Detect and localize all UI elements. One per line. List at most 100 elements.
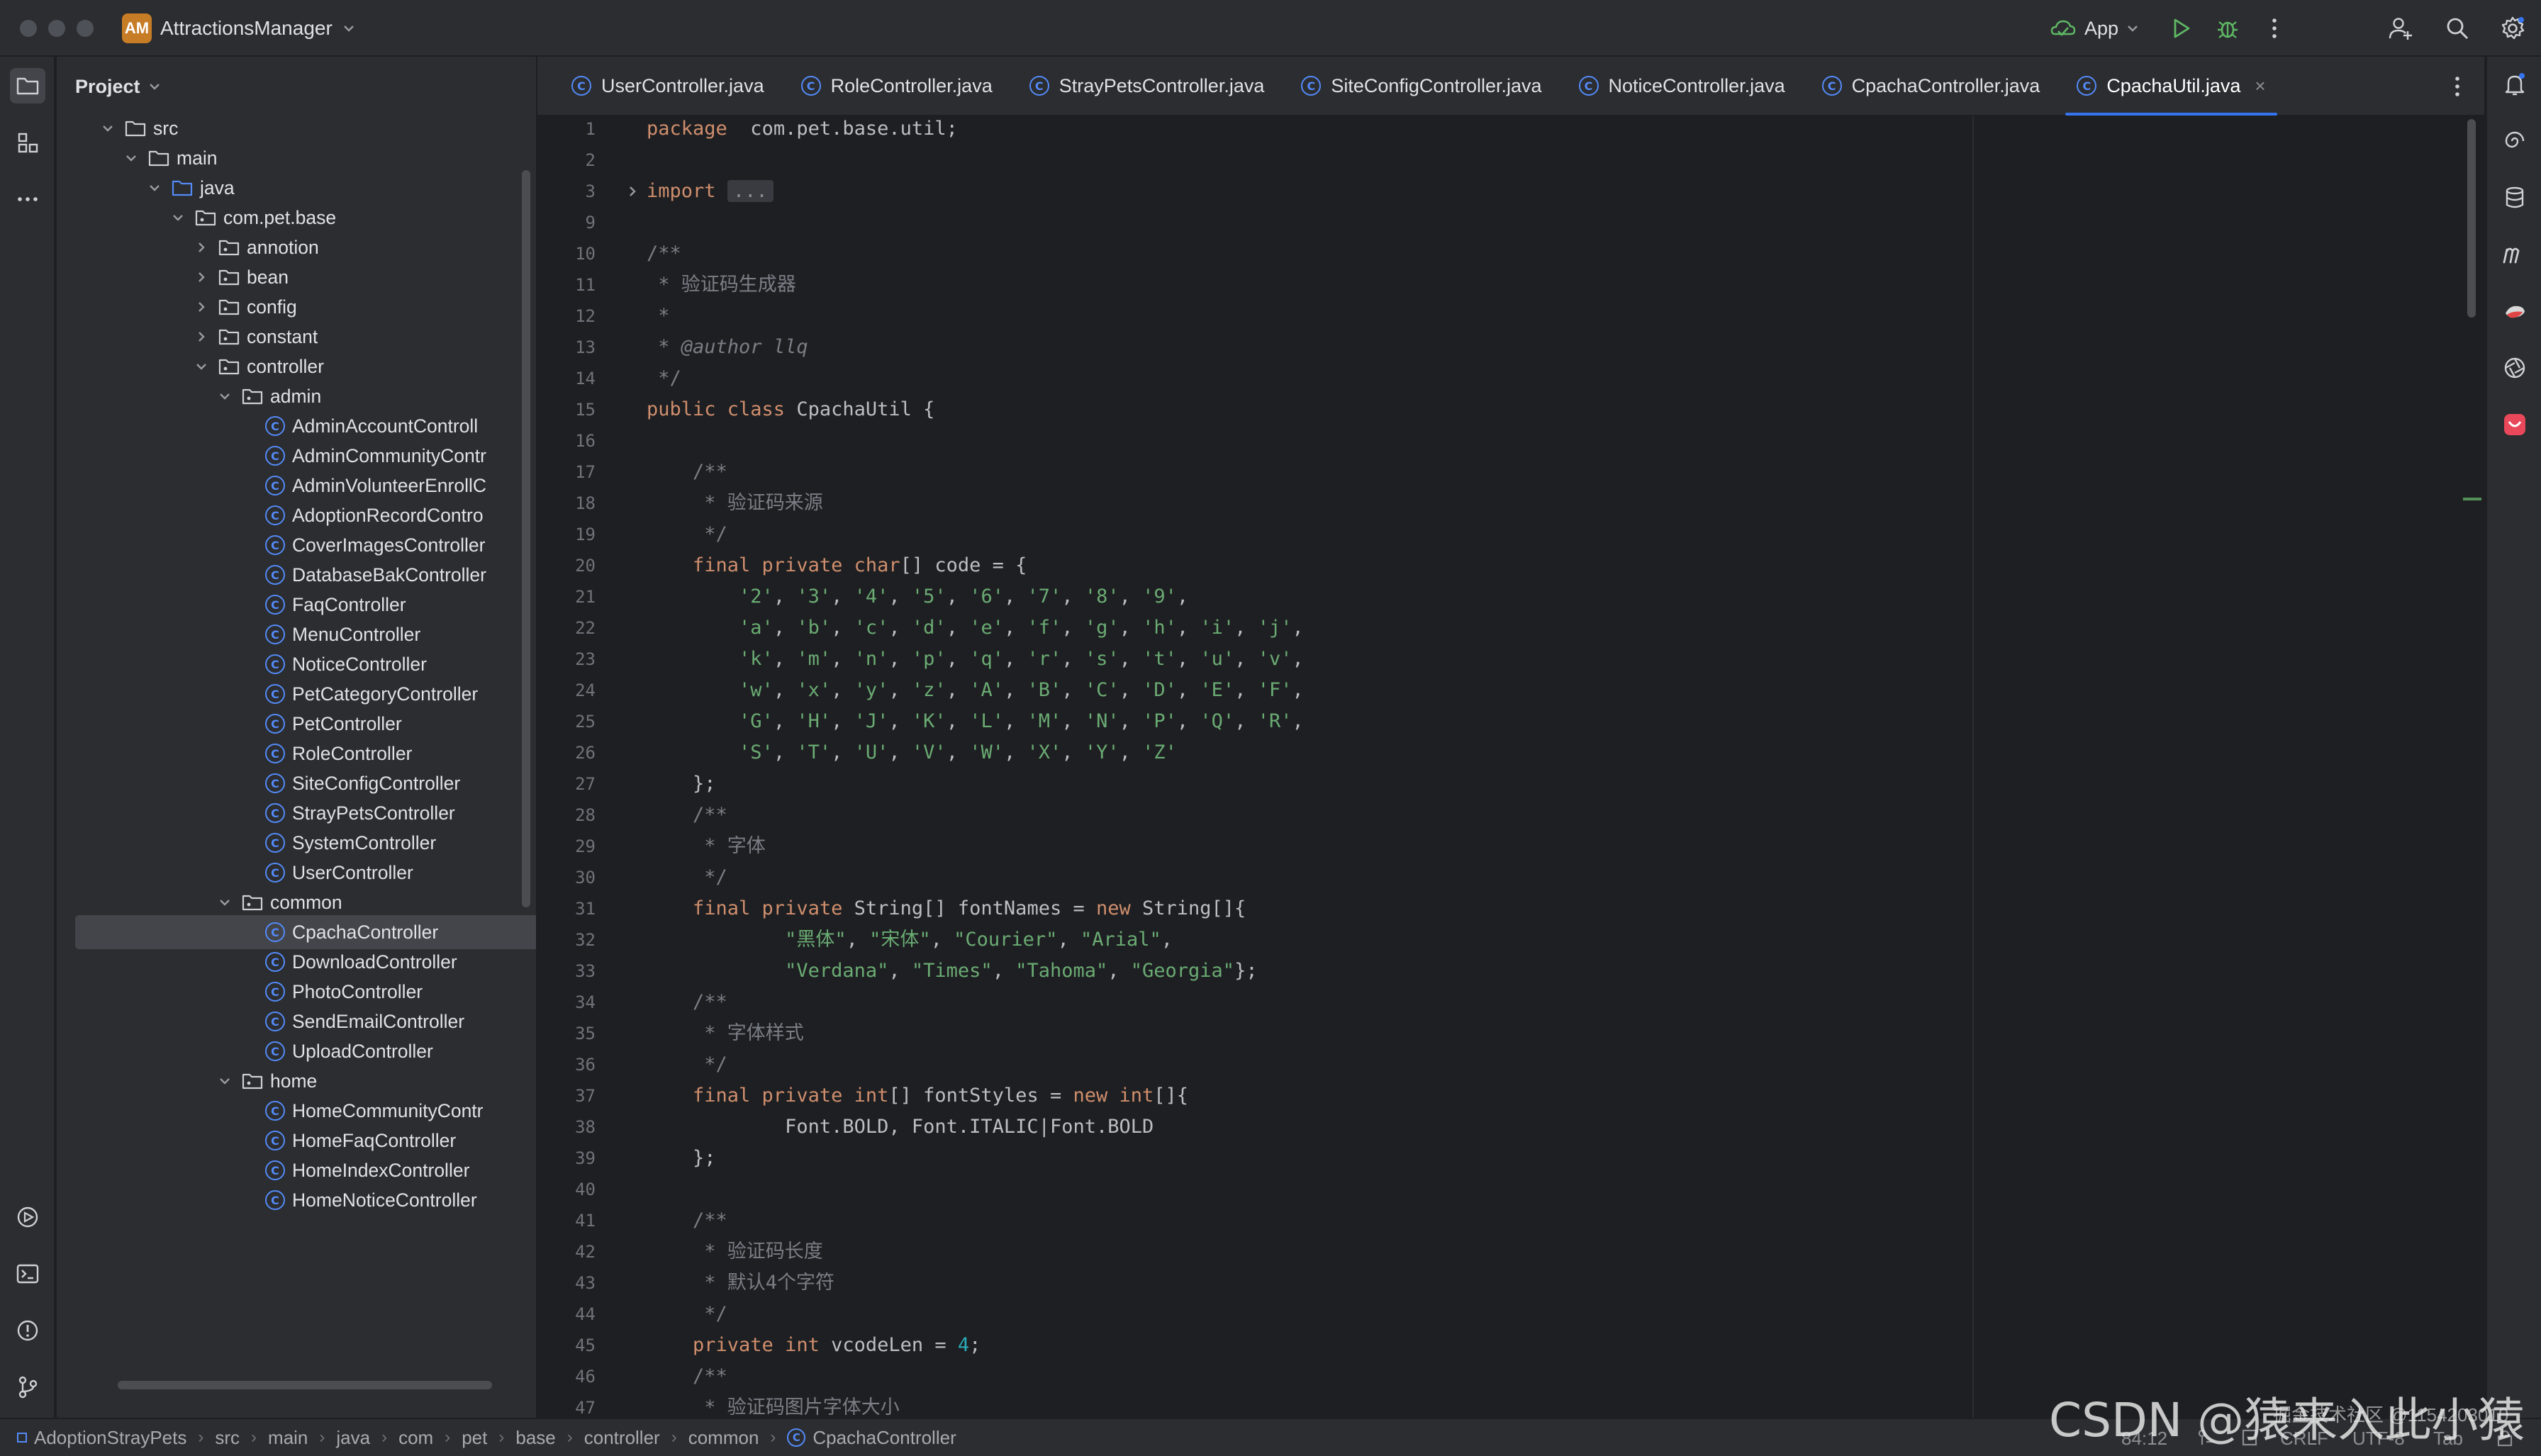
- tree-item-folder[interactable]: annotion: [57, 230, 525, 264]
- tree-item-class[interactable]: C SystemController: [57, 826, 525, 860]
- code-line[interactable]: 'G', 'H', 'J', 'K', 'L', 'M', 'N', 'P', …: [647, 706, 1304, 737]
- code-line[interactable]: /**: [647, 800, 727, 831]
- code-line[interactable]: package com.pet.base.util;: [647, 116, 958, 145]
- settings-button[interactable]: [2494, 10, 2531, 47]
- editor-tab[interactable]: C NoticeController.java: [1560, 56, 1804, 116]
- code-line[interactable]: * 字体样式: [647, 1018, 804, 1049]
- tree-item-class[interactable]: C PetCategoryController: [57, 677, 525, 711]
- code-line[interactable]: 'a', 'b', 'c', 'd', 'e', 'f', 'g', 'h', …: [647, 612, 1304, 644]
- breadcrumb-item[interactable]: pet: [462, 1427, 487, 1449]
- more-actions-button[interactable]: [2259, 10, 2290, 47]
- code-line[interactable]: */: [647, 363, 681, 394]
- tree-item-class[interactable]: C FaqController: [57, 588, 525, 622]
- code-line[interactable]: public class CpachaUtil {: [647, 394, 934, 425]
- code-line[interactable]: 'w', 'x', 'y', 'z', 'A', 'B', 'C', 'D', …: [647, 675, 1304, 706]
- editor-vertical-scrollbar[interactable]: [2467, 119, 2476, 318]
- breadcrumb-item[interactable]: controller: [584, 1427, 660, 1449]
- tree-item-class[interactable]: C CoverImagesController: [57, 528, 525, 562]
- tree-item-class[interactable]: C RoleController: [57, 737, 525, 771]
- tree-item-folder[interactable]: com.pet.base: [57, 201, 525, 235]
- code-line[interactable]: */: [647, 1049, 727, 1080]
- terminal-tool-button[interactable]: [10, 1256, 45, 1292]
- chevron-down-icon[interactable]: [101, 121, 115, 135]
- maven-button[interactable]: [2497, 237, 2532, 272]
- tree-item-class[interactable]: C SiteConfigController: [57, 766, 525, 800]
- code-line[interactable]: final private String[] fontNames = new S…: [647, 893, 1246, 924]
- close-icon[interactable]: ×: [2255, 75, 2265, 97]
- tree-item-folder[interactable]: config: [57, 290, 525, 324]
- tree-item-class[interactable]: C DownloadController: [57, 945, 525, 979]
- breadcrumb-item[interactable]: base: [515, 1427, 555, 1449]
- tree-horizontal-scrollbar[interactable]: [118, 1381, 492, 1389]
- tree-item-class[interactable]: C HomeNoticeController: [57, 1183, 525, 1217]
- code-line[interactable]: * 验证码长度: [647, 1236, 823, 1267]
- code-line[interactable]: final private char[] code = {: [647, 550, 1027, 581]
- editor-tab[interactable]: C CpachaController.java: [1804, 56, 2059, 116]
- chevron-down-icon[interactable]: [124, 151, 138, 165]
- project-switcher[interactable]: AM AttractionsManager: [122, 13, 357, 44]
- tree-item-class[interactable]: C DatabaseBakController: [57, 558, 525, 592]
- plugin-red-button[interactable]: [2497, 407, 2532, 442]
- code-line[interactable]: /**: [647, 1205, 727, 1236]
- chevron-down-icon[interactable]: [218, 895, 232, 909]
- code-line[interactable]: /**: [647, 987, 727, 1018]
- code-line[interactable]: import ...: [647, 176, 774, 207]
- git-tool-button[interactable]: [10, 1370, 45, 1405]
- plugin-bird-button[interactable]: [2497, 293, 2532, 329]
- editor-tab[interactable]: C StrayPetsController.java: [1011, 56, 1283, 116]
- maximize-window-button[interactable]: [77, 20, 94, 37]
- debug-button[interactable]: [2209, 10, 2246, 47]
- tree-item-class[interactable]: C UserController: [57, 856, 525, 890]
- tree-item-class[interactable]: C UploadController: [57, 1034, 525, 1068]
- tree-item-class[interactable]: C CpachaController: [75, 915, 536, 949]
- tree-item-folder[interactable]: bean: [57, 260, 525, 294]
- chevron-right-icon[interactable]: [625, 184, 640, 198]
- tree-item-class[interactable]: C SendEmailController: [57, 1004, 525, 1038]
- tree-item-folder[interactable]: common: [57, 885, 525, 919]
- code-line[interactable]: * 验证码来源: [647, 488, 823, 519]
- tree-item-folder[interactable]: constant: [57, 320, 525, 354]
- code-line[interactable]: *: [647, 301, 669, 332]
- code-with-me-button[interactable]: [2382, 10, 2419, 47]
- fold-toggle-icon[interactable]: [625, 184, 640, 198]
- tree-item-class[interactable]: C HomeFaqController: [57, 1124, 525, 1158]
- breadcrumb-item[interactable]: AdoptionStrayPets: [34, 1427, 186, 1449]
- tree-item-class[interactable]: C StrayPetsController: [57, 796, 525, 830]
- run-button[interactable]: [2162, 10, 2199, 47]
- chevron-down-icon[interactable]: [218, 389, 232, 403]
- code-line[interactable]: * 默认4个字符: [647, 1267, 834, 1299]
- code-line[interactable]: 'S', 'T', 'U', 'V', 'W', 'X', 'Y', 'Z': [647, 737, 1177, 768]
- tree-item-class[interactable]: C MenuController: [57, 617, 525, 651]
- tree-item-folder[interactable]: home: [57, 1064, 525, 1098]
- tree-item-class[interactable]: C AdminVolunteerEnrollC: [57, 469, 525, 503]
- code-line[interactable]: * 验证码图片字体大小: [647, 1392, 900, 1418]
- code-line[interactable]: */: [647, 862, 727, 893]
- chevron-down-icon[interactable]: [171, 211, 185, 225]
- code-line[interactable]: /**: [647, 457, 727, 488]
- run-config-selector[interactable]: App: [2045, 10, 2144, 47]
- tree-item-class[interactable]: C HomeCommunityContr: [57, 1094, 525, 1128]
- code-line[interactable]: */: [647, 519, 727, 550]
- breadcrumb-item[interactable]: common: [688, 1427, 759, 1449]
- tree-item-class[interactable]: C AdminCommunityContr: [57, 439, 525, 473]
- plugin-aperture-button[interactable]: [2497, 350, 2532, 386]
- breadcrumb-item[interactable]: java: [336, 1427, 370, 1449]
- minimize-window-button[interactable]: [48, 20, 65, 37]
- breadcrumb-item[interactable]: CpachaController: [812, 1427, 956, 1449]
- line-number-gutter[interactable]: 1 2 3 9 10 11 12 13 14 15 16 17 18 19 20 21 22 23 24 25 26 27…: [537, 116, 644, 1418]
- breadcrumb-item[interactable]: src: [215, 1427, 240, 1449]
- code-line[interactable]: final private int[] fontStyles = new int…: [647, 1080, 1188, 1111]
- breadcrumb-item[interactable]: com: [398, 1427, 433, 1449]
- chevron-down-icon[interactable]: [194, 359, 208, 374]
- tabs-more-button[interactable]: [2443, 69, 2472, 103]
- ai-assistant-button[interactable]: [2497, 123, 2532, 159]
- tree-item-class[interactable]: C PetController: [57, 707, 525, 741]
- code-line[interactable]: "黑体", "宋体", "Courier", "Arial",: [647, 924, 1173, 956]
- project-tool-button[interactable]: [10, 68, 45, 103]
- tree-item-folder[interactable]: controller: [57, 349, 525, 383]
- tree-item-folder[interactable]: admin: [57, 379, 525, 413]
- tree-item-class[interactable]: C HomeIndexController: [57, 1153, 525, 1187]
- chevron-right-icon[interactable]: [194, 300, 208, 314]
- chevron-down-icon[interactable]: [147, 79, 162, 94]
- tree-item-folder[interactable]: main: [57, 141, 525, 175]
